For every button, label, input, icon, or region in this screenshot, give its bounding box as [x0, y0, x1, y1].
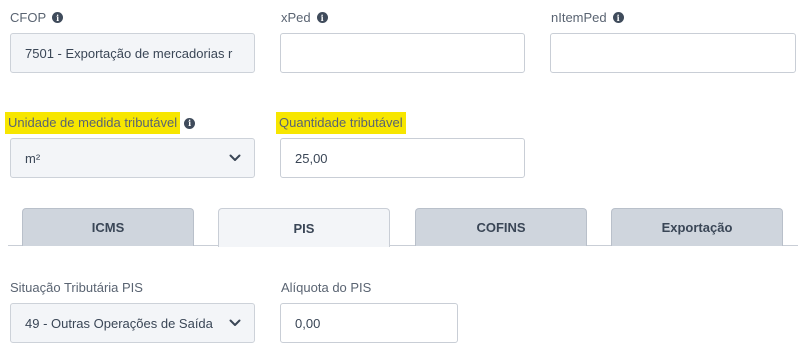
unidade-label: Unidade de medida tributável i: [5, 112, 196, 134]
tab-cofins[interactable]: COFINS: [415, 208, 587, 246]
tab-exportacao[interactable]: Exportação: [611, 208, 783, 246]
info-icon[interactable]: i: [316, 12, 328, 23]
quantidade-label: Quantidade tributável: [276, 112, 406, 134]
tab-pis[interactable]: PIS: [218, 208, 390, 247]
aliquota-pis-label: Alíquota do PIS: [281, 280, 372, 295]
chevron-down-icon: [229, 319, 241, 326]
cfop-select[interactable]: 7501 - Exportação de mercadorias r: [10, 33, 255, 73]
xped-label: xPed i: [279, 10, 328, 25]
unidade-select[interactable]: m²: [10, 138, 255, 178]
chevron-down-icon: [229, 154, 241, 161]
info-icon[interactable]: i: [612, 12, 624, 23]
info-icon[interactable]: i: [52, 12, 64, 23]
tab-icms[interactable]: ICMS: [22, 208, 194, 246]
unidade-value: m²: [25, 150, 41, 166]
quantidade-value: 25,00: [295, 150, 328, 166]
nitemped-input[interactable]: [550, 33, 796, 73]
aliquota-pis-input[interactable]: 0,00: [280, 303, 458, 343]
quantidade-input[interactable]: 25,00: [280, 138, 525, 178]
info-icon[interactable]: i: [184, 117, 196, 129]
cfop-value: 7501 - Exportação de mercadorias r: [25, 45, 233, 61]
situacao-pis-select[interactable]: 49 - Outras Operações de Saída: [10, 303, 255, 343]
cfop-label: CFOP i: [8, 10, 64, 25]
situacao-pis-value: 49 - Outras Operações de Saída: [25, 315, 213, 331]
situacao-pis-label: Situação Tributária PIS: [10, 280, 143, 295]
aliquota-pis-value: 0,00: [295, 315, 321, 331]
nitemped-label: nItemPed i: [549, 10, 624, 25]
xped-input[interactable]: [280, 33, 525, 73]
